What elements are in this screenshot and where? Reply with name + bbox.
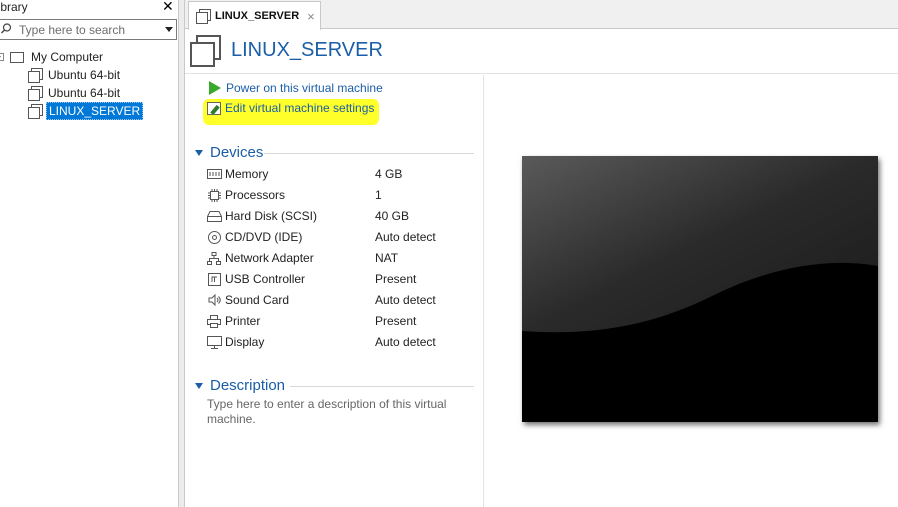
library-search-input[interactable] (19, 22, 154, 37)
description-input[interactable]: Type here to enter a description of this… (207, 397, 467, 427)
tree-item-my-computer[interactable]: - My Computer (0, 48, 105, 66)
tab-bar: LINUX_SERVER × (185, 0, 898, 30)
edit-settings-label: Edit virtual machine settings (225, 101, 375, 115)
device-value: 40 GB (375, 209, 410, 223)
device-value: 4 GB (375, 167, 403, 181)
device-name: Hard Disk (SCSI) (225, 209, 318, 223)
tree-item-label: LINUX_SERVER (46, 102, 144, 120)
device-name: Memory (225, 167, 269, 181)
search-icon (1, 23, 12, 34)
devices-title: Devices (210, 144, 264, 161)
description-section-toggle[interactable]: Description (195, 377, 285, 394)
vmware-window: Library ✕ - My Computer Ubuntu 64-bit Ub… (0, 0, 898, 507)
device-row-display[interactable]: Display Auto detect (206, 333, 466, 351)
edit-settings-button[interactable]: Edit virtual machine settings (207, 101, 374, 115)
device-row-harddisk[interactable]: Hard Disk (SCSI) 40 GB (206, 207, 466, 225)
vm-preview-thumbnail[interactable] (522, 156, 878, 422)
sound-icon (206, 293, 222, 307)
devices-section-toggle[interactable]: Devices (195, 144, 263, 161)
tree-item-ubuntu-2[interactable]: Ubuntu 64-bit (28, 84, 122, 102)
tree-item-linux-server[interactable]: LINUX_SERVER (28, 102, 144, 120)
collapse-arrow-icon (195, 149, 203, 156)
device-row-usb[interactable]: USB Controller Present (206, 270, 466, 288)
device-row-memory[interactable]: Memory 4 GB (206, 165, 466, 183)
preview-graphic (522, 156, 878, 422)
vm-header: LINUX_SERVER (185, 30, 898, 74)
device-name: CD/DVD (IDE) (225, 230, 303, 244)
cd-icon (206, 230, 222, 244)
power-on-button[interactable]: Power on this virtual machine (209, 81, 383, 95)
tree-item-ubuntu-1[interactable]: Ubuntu 64-bit (28, 66, 122, 84)
collapse-arrow-icon (195, 382, 203, 389)
edit-settings-icon (207, 101, 221, 115)
panel-splitter[interactable] (178, 0, 185, 507)
display-icon (206, 335, 222, 349)
tree-item-label: Ubuntu 64-bit (48, 86, 121, 100)
vm-icon (196, 9, 211, 24)
vm-title: LINUX_SERVER (231, 39, 383, 61)
device-name: Processors (225, 188, 286, 202)
power-on-label: Power on this virtual machine (226, 81, 383, 95)
device-value: Auto detect (375, 293, 436, 307)
device-name: Network Adapter (225, 251, 314, 265)
device-value: Auto detect (375, 230, 436, 244)
device-row-network[interactable]: Network Adapter NAT (206, 249, 466, 267)
vm-large-icon (190, 35, 221, 67)
library-title: Library (0, 0, 28, 14)
device-row-cddvd[interactable]: CD/DVD (IDE) Auto detect (206, 228, 466, 246)
network-icon (206, 251, 222, 265)
description-divider (290, 386, 474, 387)
tree-item-label: My Computer (31, 50, 104, 64)
harddisk-icon (206, 209, 222, 223)
tab-close-icon[interactable]: × (307, 9, 315, 24)
device-value: 1 (375, 188, 382, 202)
devices-divider (264, 153, 474, 154)
library-panel: Library ✕ - My Computer Ubuntu 64-bit Ub… (0, 0, 178, 507)
device-name: Sound Card (225, 293, 290, 307)
device-name: Printer (225, 314, 261, 328)
play-icon (209, 81, 221, 95)
device-value: Auto detect (375, 335, 436, 349)
column-divider (483, 75, 484, 507)
tab-label: LINUX_SERVER (215, 10, 300, 22)
description-title: Description (210, 377, 286, 394)
device-row-sound[interactable]: Sound Card Auto detect (206, 291, 466, 309)
computer-icon (10, 51, 24, 63)
printer-icon (206, 314, 222, 328)
search-dropdown-icon[interactable] (165, 27, 173, 32)
vm-icon (28, 86, 43, 101)
device-name: USB Controller (225, 272, 306, 286)
close-library-icon[interactable]: ✕ (162, 0, 174, 15)
device-row-processors[interactable]: Processors 1 (206, 186, 466, 204)
collapse-icon[interactable]: - (0, 53, 4, 61)
processor-icon (206, 188, 222, 202)
library-search-box[interactable] (0, 19, 177, 40)
device-row-printer[interactable]: Printer Present (206, 312, 466, 330)
usb-icon (206, 272, 222, 286)
memory-icon (206, 167, 222, 181)
device-value: NAT (375, 251, 399, 265)
vm-icon (28, 104, 43, 119)
tab-linux-server[interactable]: LINUX_SERVER × (188, 1, 321, 30)
device-name: Display (225, 335, 265, 349)
device-value: Present (375, 314, 417, 328)
vm-icon (28, 68, 43, 83)
device-value: Present (375, 272, 417, 286)
tree-item-label: Ubuntu 64-bit (48, 68, 121, 82)
